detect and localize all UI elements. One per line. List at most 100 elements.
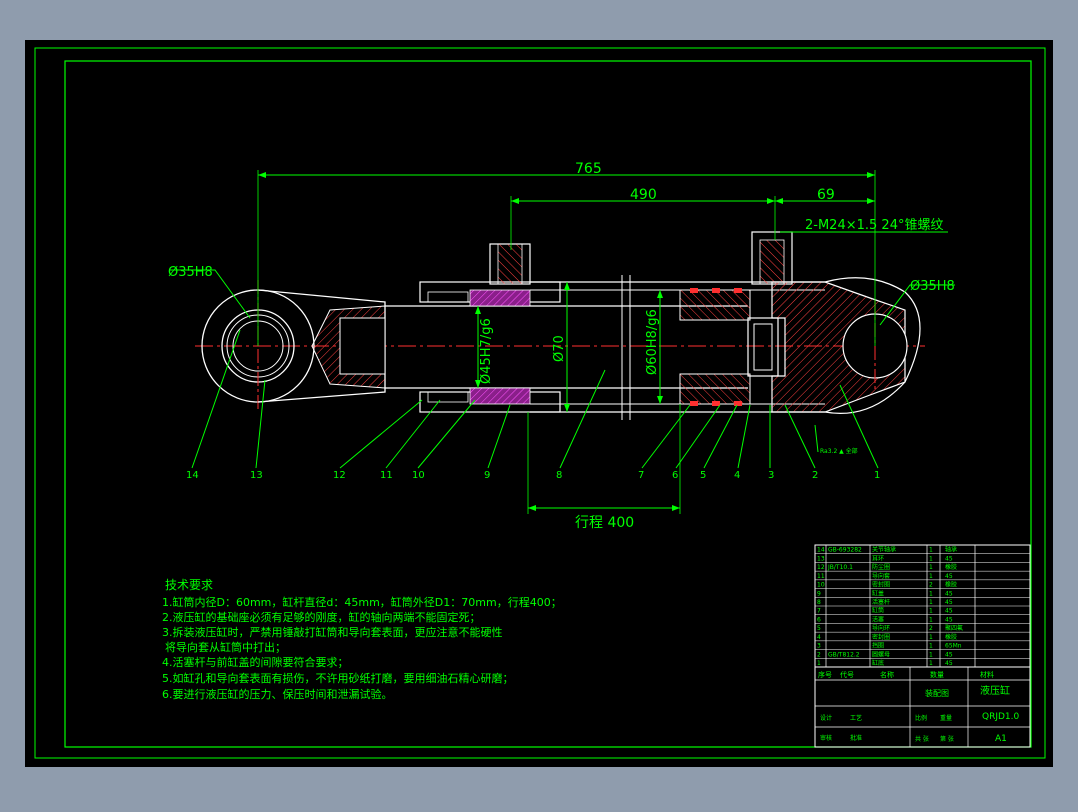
- tech-item-2: 2.液压缸的基础座必须有足够的刚度，缸的轴向两端不能固定死；: [162, 610, 481, 624]
- dim-outer-diameter: Ø70: [552, 335, 567, 362]
- tech-item-4: 将导向套从缸筒中打出；: [165, 640, 286, 654]
- label-approve: 批准: [850, 734, 862, 742]
- balloon-1: 1: [874, 470, 880, 481]
- drawing-canvas: 765 490 69 2-M24×1.5 24°锥螺纹 行程 400 Ø45H7…: [25, 40, 1053, 767]
- parts-cell-name: 缸盖: [872, 589, 884, 597]
- label-scale: 比例: [915, 714, 927, 722]
- label-check: 审核: [820, 734, 832, 742]
- parts-cell-mat: 橡胶: [945, 633, 957, 641]
- balloon-7: 7: [638, 470, 644, 481]
- label-weight: 重量: [940, 714, 952, 722]
- balloon-9: 9: [484, 470, 490, 481]
- balloon-8: 8: [556, 470, 562, 481]
- header-code: 代号: [840, 670, 854, 679]
- balloon-14: 14: [186, 470, 199, 481]
- parts-cell-qty: 2: [929, 625, 933, 632]
- sheet-size: A1: [995, 734, 1007, 744]
- parts-cell-qty: 1: [929, 651, 933, 658]
- parts-cell-qty: 1: [929, 634, 933, 641]
- balloon-2: 2: [812, 470, 818, 481]
- cad-viewport: 765 490 69 2-M24×1.5 24°锥螺纹 行程 400 Ø45H7…: [0, 0, 1078, 808]
- parts-cell-name: 圆螺母: [872, 650, 890, 658]
- balloon-10: 10: [412, 470, 425, 481]
- parts-cell-no: 5: [817, 625, 821, 632]
- balloon-11: 11: [380, 470, 393, 481]
- parts-cell-no: 14: [817, 547, 825, 554]
- parts-cell-mat: 轴承: [945, 546, 957, 554]
- parts-cell-name: 挡圈: [872, 642, 884, 650]
- parts-cell-no: 4: [817, 634, 821, 641]
- header-mat: 材料: [980, 670, 994, 679]
- parts-cell-no: 1: [817, 660, 821, 667]
- parts-cell-name: 活塞杆: [872, 598, 890, 606]
- parts-cell-no: 9: [817, 590, 821, 597]
- label-total-sheets: 共 张: [915, 735, 929, 743]
- parts-cell-no: 12: [817, 564, 825, 571]
- balloon-4: 4: [734, 470, 740, 481]
- dim-69: 69: [817, 187, 835, 203]
- parts-cell-code: JB/T10.1: [827, 564, 853, 571]
- tech-item-1: 1.缸筒内径D：60mm，缸杆直径d：45mm，缸筒外径D1：70mm，行程40…: [162, 595, 562, 609]
- drawing-number: QRJD1.0: [982, 712, 1020, 722]
- stroke-label: 行程 400: [575, 515, 634, 531]
- header-name: 名称: [880, 670, 894, 679]
- balloon-3: 3: [768, 470, 774, 481]
- parts-cell-name: 缸筒: [872, 607, 884, 615]
- parts-cell-mat: 45: [945, 555, 953, 562]
- parts-cell-name: 防尘圈: [872, 563, 890, 571]
- parts-cell-mat: 聚四氟: [945, 624, 963, 632]
- parts-cell-mat: 45: [945, 651, 953, 658]
- parts-cell-mat: 45: [945, 608, 953, 615]
- cap-end-bore: Ø35H8: [910, 279, 955, 294]
- parts-cell-mat: 45: [945, 573, 953, 580]
- parts-cell-no: 6: [817, 616, 821, 623]
- parts-cell-qty: 1: [929, 608, 933, 615]
- tech-item-6: 5.如缸孔和导向套表面有损伤，不许用砂纸打磨，要用细油石精心研磨；: [162, 671, 514, 685]
- tech-title: 技术要求: [165, 578, 213, 592]
- parts-cell-no: 3: [817, 643, 821, 650]
- parts-cell-mat: 45: [945, 616, 953, 623]
- parts-cell-qty: 1: [929, 547, 933, 554]
- parts-cell-mat: 橡胶: [945, 581, 957, 589]
- parts-cell-mat: 45: [945, 660, 953, 667]
- parts-cell-name: 导向套: [872, 572, 890, 580]
- header-qty: 数量: [930, 670, 944, 679]
- thread-note: 2-M24×1.5 24°锥螺纹: [805, 218, 943, 233]
- parts-cell-no: 2: [817, 651, 821, 658]
- balloon-13: 13: [250, 470, 263, 481]
- label-design: 设计: [820, 714, 832, 722]
- drawing-title: 液压缸: [980, 684, 1010, 697]
- parts-cell-name: 耳环: [872, 555, 884, 562]
- parts-cell-qty: 1: [929, 564, 933, 571]
- parts-cell-name: 活塞: [872, 615, 884, 623]
- parts-cell-qty: 1: [929, 599, 933, 606]
- balloon-6: 6: [672, 470, 678, 481]
- parts-cell-name: 缸底: [872, 659, 884, 667]
- parts-cell-no: 13: [817, 555, 825, 562]
- parts-cell-no: 8: [817, 599, 821, 606]
- parts-cell-no: 7: [817, 608, 821, 615]
- balloon-12: 12: [333, 470, 346, 481]
- parts-cell-name: 密封圈: [872, 581, 890, 589]
- parts-cell-mat: 橡胶: [945, 563, 957, 571]
- dim-765: 765: [575, 161, 602, 177]
- parts-cell-mat: 65Mn: [945, 643, 962, 650]
- parts-cell-name: 密封圈: [872, 633, 890, 641]
- label-process: 工艺: [850, 714, 862, 722]
- parts-cell-mat: 45: [945, 599, 953, 606]
- parts-cell-code: GB/T812.2: [828, 651, 860, 658]
- parts-cell-qty: 1: [929, 643, 933, 650]
- thread-callout: 2-M24×1.5 24°锥螺纹: [780, 218, 948, 233]
- parts-cell-mat: 45: [945, 590, 953, 597]
- surface-note-text: Ra3.2 ▲ 全部: [820, 447, 858, 455]
- header-no: 序号: [818, 670, 832, 679]
- parts-cell-qty: 1: [929, 616, 933, 623]
- rod-end-bore: Ø35H8: [168, 265, 213, 280]
- parts-cell-qty: 1: [929, 660, 933, 667]
- parts-cell-qty: 1: [929, 590, 933, 597]
- tech-item-3: 3.拆装液压缸时，严禁用锤敲打缸筒和导向套表面，更应注意不能硬性: [162, 625, 503, 639]
- dim-rod-diameter: Ø45H7/g6: [479, 318, 494, 384]
- tech-item-7: 6.要进行液压缸的压力、保压时间和泄漏试验。: [162, 687, 393, 701]
- parts-cell-no: 10: [817, 582, 825, 589]
- balloon-5: 5: [700, 470, 706, 481]
